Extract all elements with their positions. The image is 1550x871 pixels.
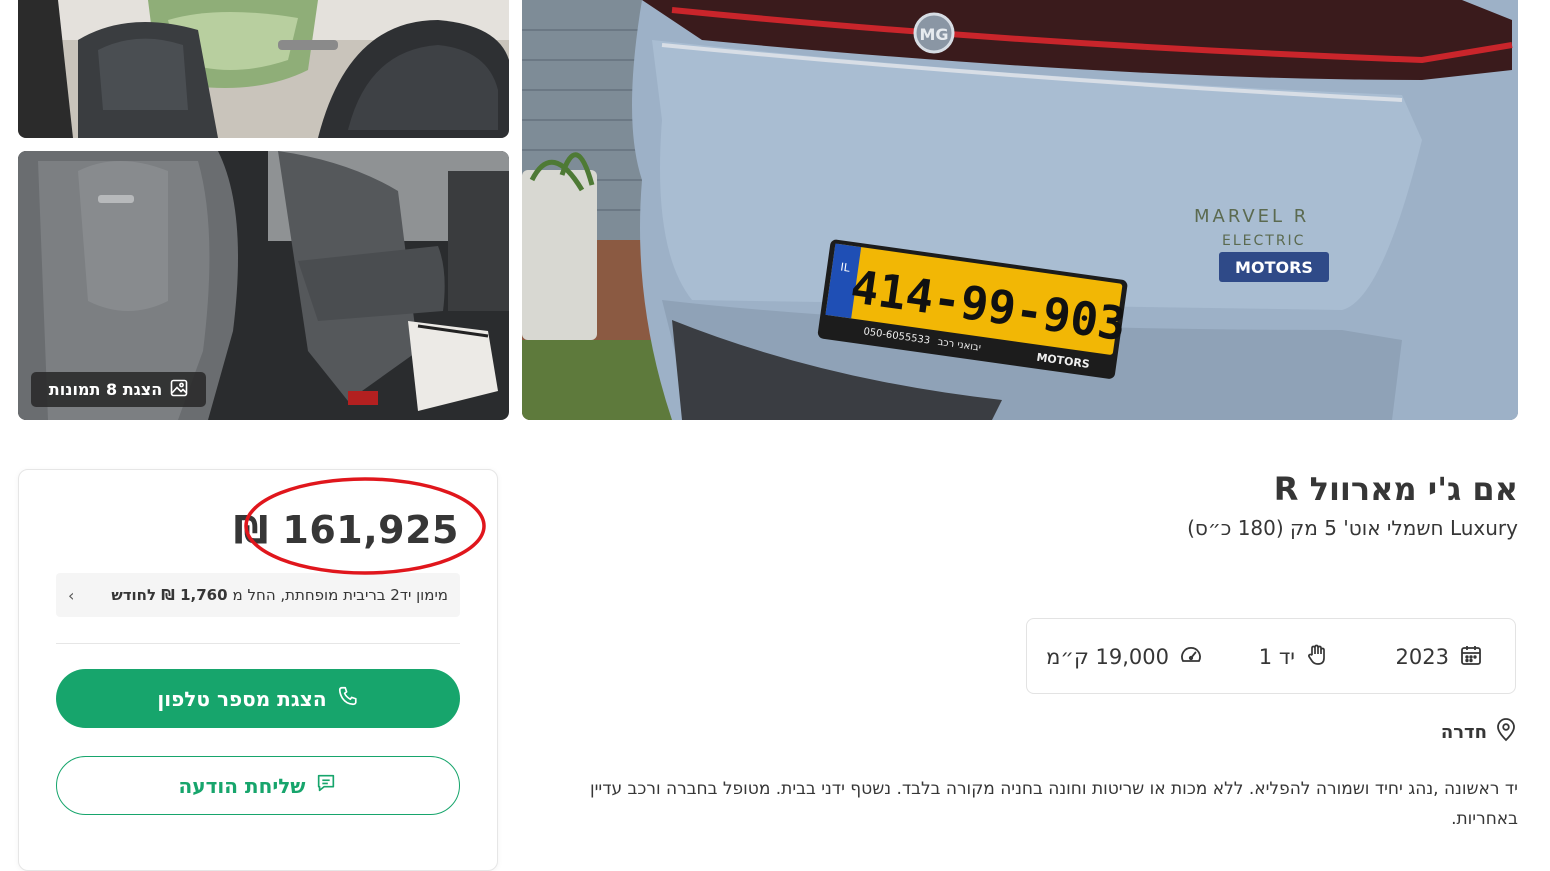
- show-phone-label: הצגת מספר טלפון: [157, 686, 327, 711]
- calendar-icon: [1459, 643, 1483, 672]
- hand-icon: [1305, 643, 1329, 672]
- map-pin-icon: [1495, 718, 1517, 747]
- send-message-label: שליחת הודעה: [178, 773, 306, 798]
- chevron-left-icon: ›: [68, 585, 75, 605]
- financing-offer-link[interactable]: מימון יד2 בריבית מופחתת, החל מ 1,760 ₪ ל…: [56, 573, 460, 617]
- spec-hand-value: יד 1: [1258, 645, 1295, 669]
- dealer-badge: MOTORS: [1235, 258, 1313, 277]
- image-icon: [170, 379, 188, 401]
- spec-mileage: 19,000 ק״מ: [1046, 619, 1203, 695]
- brand-logo: MG: [919, 25, 948, 44]
- price-highlight-circle: [244, 477, 486, 575]
- show-all-photos-button[interactable]: הצגת 8 תמונות: [31, 372, 206, 407]
- listing-subtitle: Luxury חשמלי אוט' 5 מק (180 כ״ס): [1187, 516, 1518, 540]
- show-phone-button[interactable]: הצגת מספר טלפון: [56, 669, 460, 728]
- divider: [56, 643, 460, 644]
- location: חדרה: [1441, 718, 1517, 747]
- electric-badge: ELECTRIC: [1222, 233, 1305, 249]
- speedometer-icon: [1179, 643, 1203, 672]
- spec-year: 2023: [1396, 619, 1483, 695]
- model-badge: MARVEL R: [1194, 206, 1309, 227]
- gallery-thumbnail-interior-front[interactable]: [18, 0, 509, 138]
- spec-hand: יד 1: [1259, 619, 1329, 695]
- chat-icon: [315, 772, 337, 799]
- financing-offer-text: מימון יד2 בריבית מופחתת, החל מ: [232, 586, 448, 604]
- spec-summary: 2023 יד 1 19,000 ק״מ: [1026, 618, 1516, 694]
- send-message-button[interactable]: שליחת הודעה: [56, 756, 460, 815]
- phone-icon: [337, 685, 359, 712]
- listing-description: יד ראשונה ,נהג יחיד ושמורה להפליא. ללא מ…: [590, 779, 1518, 829]
- spec-mileage-value: 19,000 ק״מ: [1046, 645, 1169, 669]
- financing-monthly-amount: 1,760 ₪ לחודש: [111, 586, 228, 604]
- gallery-main-photo-car-rear[interactable]: MG MARVEL R ELECTRIC MOTORS IL 414-99-90…: [522, 0, 1518, 420]
- location-name: חדרה: [1440, 722, 1487, 743]
- spec-year-value: 2023: [1395, 645, 1449, 669]
- listing-title: אם ג'י מארוול R: [1273, 470, 1518, 508]
- show-all-photos-label: הצגת 8 תמונות: [48, 380, 163, 399]
